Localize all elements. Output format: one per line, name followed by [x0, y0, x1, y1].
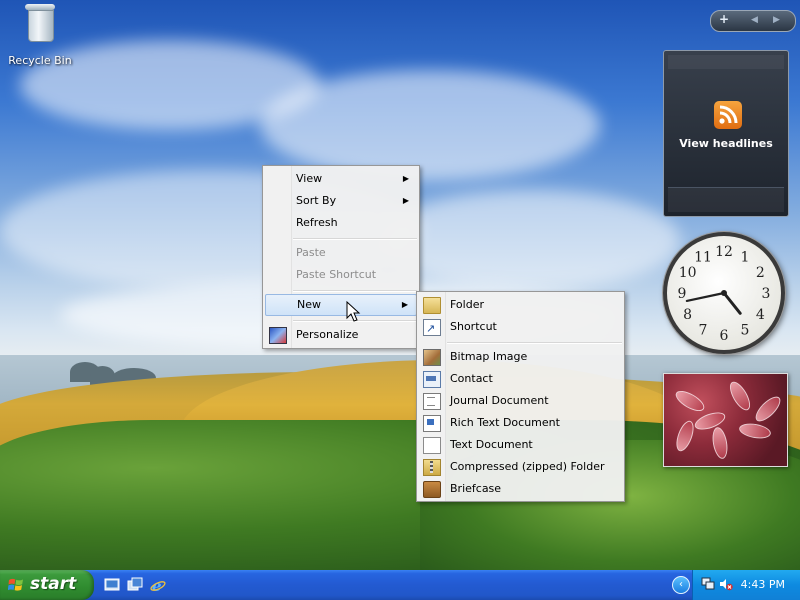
menu-item-label: Sort By — [296, 194, 337, 207]
submenu-item-shortcut[interactable]: Shortcut — [419, 316, 622, 340]
taskbar-clock[interactable]: 4:43 PM — [741, 578, 785, 591]
menu-item-label: Paste Shortcut — [296, 268, 377, 281]
slideshow-gadget[interactable] — [663, 373, 788, 467]
notification-area: 4:43 PM — [692, 570, 800, 600]
submenu-item-label: Text Document — [450, 438, 533, 451]
menu-item-label: Refresh — [296, 216, 338, 229]
menu-item-label: New — [297, 298, 321, 311]
submenu-item-label: Folder — [450, 298, 484, 311]
submenu-item-label: Shortcut — [450, 320, 497, 333]
submenu-item-label: Rich Text Document — [450, 416, 560, 429]
submenu-item-label: Journal Document — [450, 394, 549, 407]
submenu-item-briefcase[interactable]: Briefcase — [419, 478, 622, 500]
submenu-item-contact[interactable]: Contact — [419, 368, 622, 390]
submenu-item-label: Compressed (zipped) Folder — [450, 460, 605, 473]
submenu-item-label: Contact — [450, 372, 493, 385]
previous-page-button[interactable]: ◀ — [751, 15, 758, 25]
desktop-icon-label: Recycle Bin — [8, 54, 72, 67]
menu-item-label: Personalize — [296, 328, 359, 341]
contact-icon — [423, 371, 441, 388]
bitmap-icon — [423, 349, 441, 366]
taskbar: start e ‹ 4:43 PM — [0, 570, 800, 600]
sidebar-toolbar: + ◀ ▶ — [710, 10, 796, 32]
submenu-arrow-icon: ▶ — [402, 196, 409, 205]
text-document-icon — [423, 437, 441, 454]
submenu-item-text-document[interactable]: Text Document — [419, 434, 622, 456]
clock-numeral: 12 — [715, 244, 733, 260]
submenu-item-journal-document[interactable]: Journal Document — [419, 390, 622, 412]
personalize-icon — [269, 327, 287, 344]
clock-minute-hand — [685, 291, 726, 303]
submenu-item-label: Briefcase — [450, 482, 502, 495]
clock-numeral: 11 — [694, 250, 712, 266]
clock-numeral: 3 — [762, 286, 771, 302]
start-button[interactable]: start — [0, 570, 94, 600]
clock-numeral: 4 — [756, 307, 765, 323]
menu-item-paste-shortcut[interactable]: Paste Shortcut — [265, 264, 417, 286]
zip-folder-icon — [423, 459, 441, 476]
clock-gadget[interactable]: 12 1 2 3 4 5 6 7 8 9 10 11 — [663, 232, 785, 354]
clock-numeral: 8 — [683, 307, 692, 323]
rich-text-icon — [423, 415, 441, 432]
network-icon[interactable] — [701, 577, 715, 591]
menu-separator — [447, 342, 622, 344]
submenu-arrow-icon: ▶ — [402, 174, 409, 183]
clock-hour-hand — [722, 291, 742, 315]
submenu-arrow-icon: ▶ — [401, 300, 408, 309]
rss-icon — [714, 101, 742, 129]
view-headlines-link[interactable]: View headlines — [664, 137, 788, 150]
menu-item-label: View — [296, 172, 323, 185]
menu-item-label: Paste — [296, 246, 326, 259]
switch-windows-icon[interactable] — [127, 577, 143, 593]
start-label: start — [30, 574, 77, 594]
show-desktop-icon[interactable] — [104, 577, 120, 593]
clock-numeral: 1 — [741, 250, 750, 266]
menu-separator — [293, 290, 417, 292]
submenu-item-compressed-folder[interactable]: Compressed (zipped) Folder — [419, 456, 622, 478]
recycle-bin-icon — [24, 2, 56, 42]
menu-item-new[interactable]: New ▶ — [265, 294, 417, 316]
shortcut-icon — [423, 318, 441, 340]
internet-explorer-icon[interactable]: e — [150, 577, 166, 593]
add-gadget-button[interactable]: + — [719, 12, 729, 26]
menu-item-view[interactable]: View ▶ — [265, 168, 417, 190]
new-submenu: Folder Shortcut Bitmap Image Contact Jou… — [416, 291, 625, 502]
feed-headlines-gadget[interactable]: View headlines — [663, 50, 789, 217]
menu-item-sort-by[interactable]: Sort By ▶ — [265, 190, 417, 212]
desktop-icon-recycle-bin[interactable]: Recycle Bin — [6, 2, 74, 67]
clock-numeral: 2 — [756, 265, 765, 281]
clock-numeral: 6 — [720, 328, 729, 344]
journal-icon — [423, 393, 441, 410]
submenu-item-label: Bitmap Image — [450, 350, 528, 363]
folder-icon — [423, 297, 441, 314]
menu-separator — [293, 238, 417, 240]
clock-numeral: 5 — [741, 322, 750, 338]
submenu-item-rich-text-document[interactable]: Rich Text Document — [419, 412, 622, 434]
clock-numeral: 7 — [699, 322, 708, 338]
clock-numeral: 9 — [678, 286, 687, 302]
clock-numeral: 10 — [679, 265, 697, 281]
menu-item-paste[interactable]: Paste — [265, 242, 417, 264]
desktop-context-menu: View ▶ Sort By ▶ Refresh Paste Paste Sho… — [262, 165, 420, 349]
menu-item-refresh[interactable]: Refresh — [265, 212, 417, 234]
mouse-cursor-icon — [346, 301, 361, 322]
volume-muted-icon[interactable] — [719, 577, 733, 591]
submenu-item-folder[interactable]: Folder — [419, 294, 622, 316]
show-hidden-icons-button[interactable]: ‹ — [672, 576, 690, 594]
next-page-button[interactable]: ▶ — [773, 15, 780, 25]
menu-item-personalize[interactable]: Personalize — [265, 324, 417, 346]
briefcase-icon — [423, 481, 441, 498]
submenu-item-bitmap-image[interactable]: Bitmap Image — [419, 346, 622, 368]
windows-logo-icon — [8, 578, 23, 591]
